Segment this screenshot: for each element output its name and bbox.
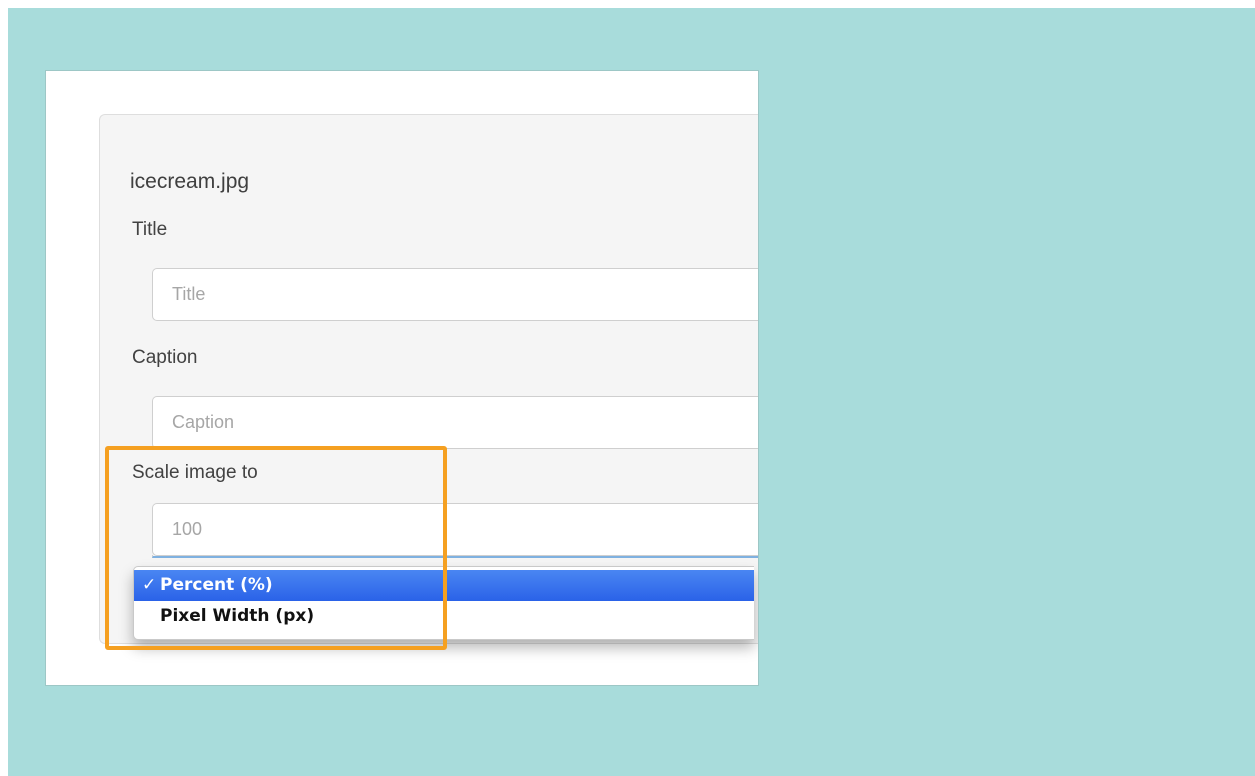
option-label: Percent (%) (160, 575, 273, 595)
unit-select[interactable] (152, 555, 758, 558)
title-label: Title (132, 219, 168, 240)
scale-input[interactable] (152, 503, 758, 556)
option-pixel-width[interactable]: Pixel Width (px) (134, 601, 754, 632)
title-input[interactable] (152, 268, 758, 321)
unit-dropdown-menu: ✓ Percent (%) Pixel Width (px) (133, 566, 754, 640)
file-name: icecream.jpg (130, 170, 250, 193)
option-label: Pixel Width (px) (160, 606, 315, 626)
checkmark-icon: ✓ (142, 575, 157, 595)
caption-input[interactable] (152, 396, 758, 449)
scale-label: Scale image to (132, 462, 258, 483)
option-percent[interactable]: ✓ Percent (%) (134, 570, 754, 601)
screenshot-card: icecream.jpg Title Caption Scale image t… (45, 70, 759, 686)
caption-label: Caption (132, 347, 198, 368)
